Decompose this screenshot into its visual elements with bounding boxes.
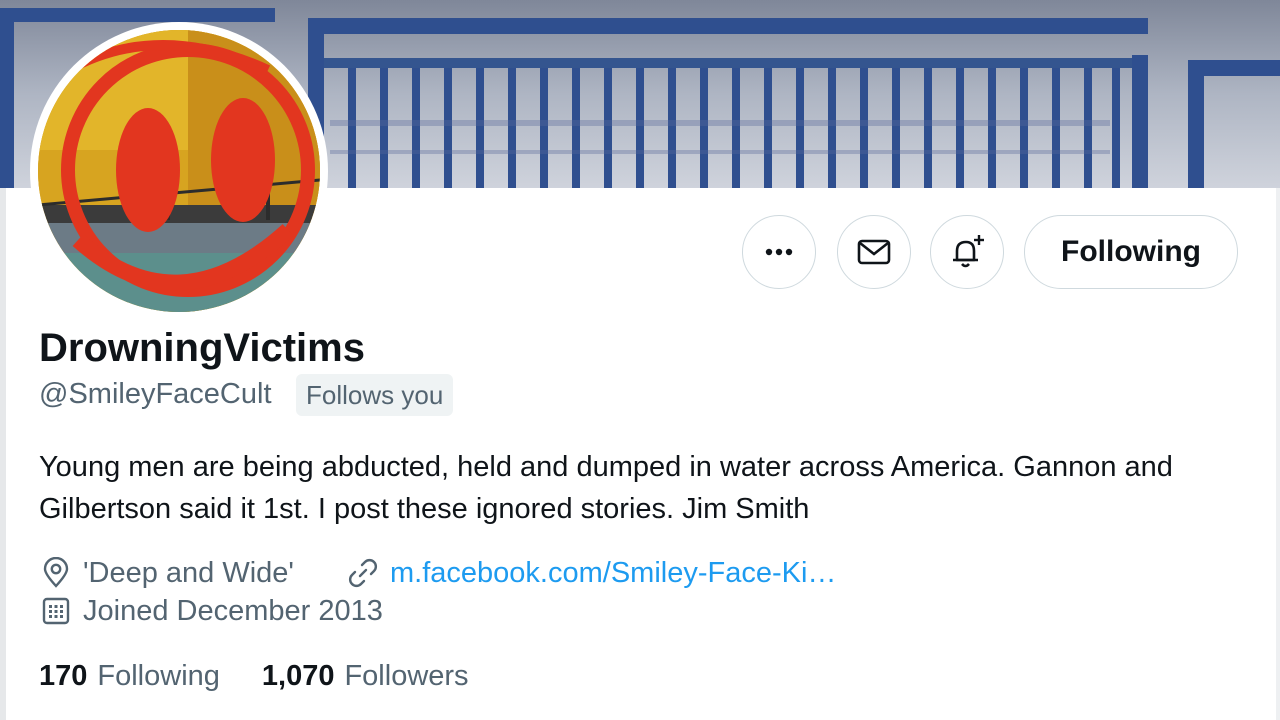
- following-count: 170: [39, 660, 88, 692]
- more-options-button[interactable]: [742, 215, 816, 289]
- followers-count-link[interactable]: 1,070 Followers: [262, 660, 469, 693]
- link-icon: [346, 556, 380, 590]
- location-pin-icon: [39, 556, 73, 590]
- followers-count: 1,070: [261, 660, 335, 692]
- following-button[interactable]: Following: [1024, 215, 1238, 289]
- profile-avatar[interactable]: [30, 22, 328, 320]
- follows-you-label: Follows you: [306, 379, 444, 410]
- joined-date: Joined December 2013: [83, 594, 383, 627]
- message-button[interactable]: [837, 215, 911, 289]
- location-row: 'Deep and Wide': [39, 556, 294, 590]
- display-name: DrowningVictims: [39, 326, 365, 370]
- more-horizontal-icon: [765, 248, 793, 256]
- bell-plus-icon: [953, 235, 984, 268]
- website-row[interactable]: m.facebook.com/Smiley-Face-Ki…: [346, 556, 836, 590]
- notify-button[interactable]: [930, 215, 1004, 289]
- page-right-edge: [1276, 188, 1280, 720]
- avatar-image: [38, 30, 320, 312]
- follow-counts: 170 Following 1,070 Followers: [39, 660, 469, 693]
- following-count-link[interactable]: 170 Following: [39, 660, 220, 693]
- profile-bio: Young men are being abducted, held and d…: [39, 451, 1173, 525]
- joined-row: Joined December 2013: [39, 594, 383, 628]
- website-link[interactable]: m.facebook.com/Smiley-Face-Ki…: [390, 557, 836, 590]
- user-handle: @SmileyFaceCult: [39, 378, 272, 410]
- follows-you-badge: Follows you: [296, 374, 454, 416]
- location-text: 'Deep and Wide': [83, 556, 294, 589]
- envelope-icon: [857, 239, 891, 265]
- following-count-label: Following: [97, 660, 220, 692]
- following-button-label: Following: [1061, 235, 1201, 268]
- followers-count-label: Followers: [344, 660, 469, 692]
- calendar-icon: [39, 594, 73, 628]
